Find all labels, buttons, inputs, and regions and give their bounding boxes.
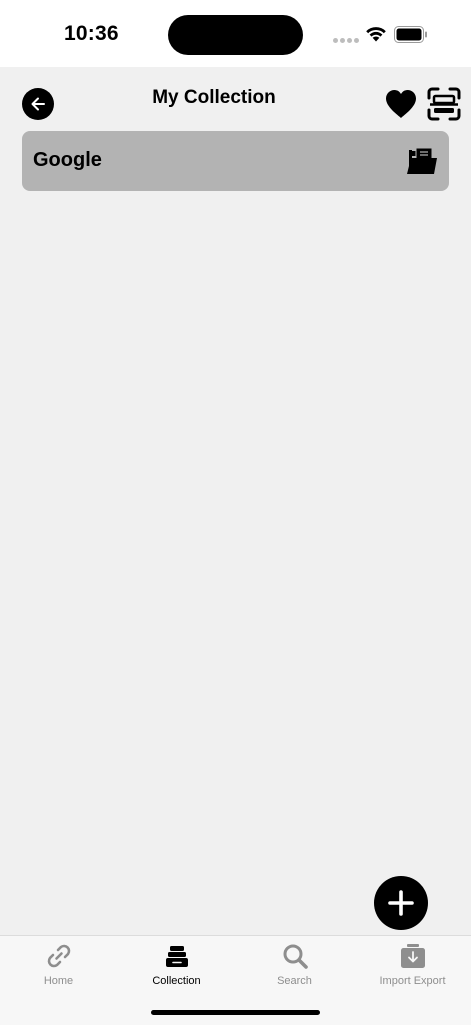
status-bar: 10:36: [0, 0, 471, 67]
status-time: 10:36: [64, 22, 119, 45]
plus-icon: [388, 890, 414, 916]
dynamic-island: [168, 15, 303, 55]
tab-label: Import Export: [379, 975, 446, 987]
wifi-icon: [366, 27, 386, 42]
tray-download-icon: [400, 944, 425, 968]
cellular-signal-icon: [333, 38, 359, 43]
collection-item[interactable]: Google: [22, 131, 449, 191]
magnifier-icon: [283, 944, 308, 969]
tab-home[interactable]: Home: [0, 936, 117, 996]
tab-search[interactable]: Search: [236, 936, 353, 996]
collection-item-label: Google: [33, 149, 102, 171]
add-button[interactable]: [374, 876, 428, 930]
folder-open-icon: [407, 147, 437, 174]
archive-icon: [165, 946, 188, 967]
link-icon: [47, 944, 70, 968]
tab-collection[interactable]: Collection: [118, 936, 235, 996]
tab-import-export[interactable]: Import Export: [354, 936, 471, 996]
tab-label: Collection: [152, 975, 201, 987]
battery-icon: [394, 26, 427, 43]
home-indicator: [151, 1010, 320, 1015]
scan-icon[interactable]: [427, 87, 461, 121]
tab-label: Home: [43, 975, 74, 987]
heart-icon[interactable]: [384, 88, 418, 120]
tab-label: Search: [277, 975, 312, 987]
page-title: My Collection: [152, 87, 276, 108]
